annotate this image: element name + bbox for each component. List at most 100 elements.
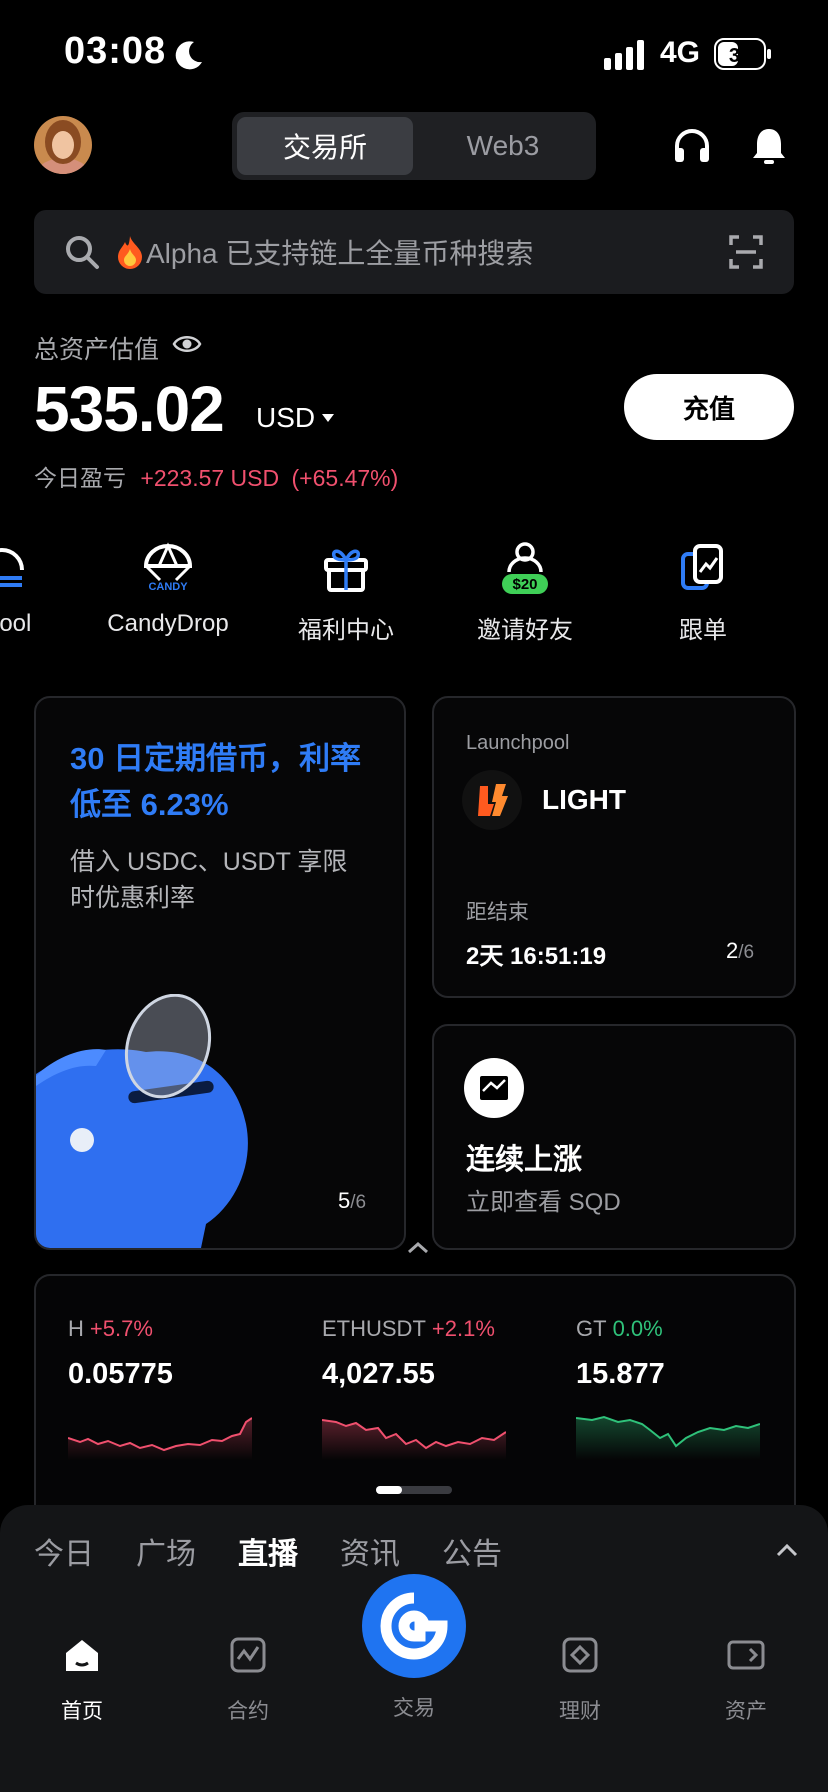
promo-page: 5 <box>338 1188 351 1213</box>
nav-label: 交易 <box>393 1697 435 1720</box>
wallet-icon <box>727 1640 765 1670</box>
launchpool-page: 2 <box>726 938 739 963</box>
exchange-web3-switch[interactable]: 交易所 Web3 <box>232 112 596 180</box>
promo-title: 30 日定期借币，利率低至 6.23% <box>70 741 362 822</box>
launchpool-label: Launchpool <box>466 732 570 754</box>
scan-icon[interactable] <box>728 234 764 270</box>
nav-home[interactable]: 首页 <box>22 1635 142 1725</box>
home-icon <box>66 1640 98 1671</box>
feed-tab-announcements[interactable]: 公告 <box>442 1529 502 1573</box>
sparkline-gt <box>576 1415 760 1460</box>
ticker-panel[interactable]: H +5.7% 0.05775 ETHUSDT +2.1% 4,027.55 GT 0… <box>34 1274 796 1506</box>
eye-icon[interactable] <box>172 332 202 356</box>
promo-pager: 5/6 <box>338 1188 366 1214</box>
ticker-price: 4,027.55 <box>322 1358 435 1390</box>
quick-action-label: 跟单 <box>679 617 727 644</box>
ticker-symbol: ETHUSDT <box>322 1316 426 1341</box>
ticker-price: 15.877 <box>576 1358 665 1390</box>
network-type: 4G <box>660 36 701 69</box>
nav-label: 首页 <box>61 1700 103 1723</box>
nav-earn[interactable]: 理财 <box>520 1635 640 1725</box>
parachute-icon: CANDY <box>143 542 193 593</box>
ticker-page-indicator <box>376 1486 402 1494</box>
signal-icon <box>604 40 644 70</box>
nav-futures[interactable]: 合约 <box>188 1635 308 1725</box>
ticker-change: 0.0% <box>612 1316 663 1341</box>
trade-button[interactable] <box>362 1574 466 1678</box>
status-time: 03:08 <box>64 30 167 72</box>
quick-welfare-center[interactable]: 福利中心 <box>266 540 426 645</box>
nav-assets[interactable]: 资产 <box>686 1635 806 1725</box>
nav-label: 资产 <box>725 1700 767 1723</box>
ticker-change: +2.1% <box>431 1316 495 1341</box>
quick-candydrop[interactable]: CANDY CandyDrop <box>88 540 248 638</box>
tab-exchange[interactable]: 交易所 <box>237 117 413 175</box>
feed-tab-square[interactable]: 广场 <box>136 1529 196 1573</box>
invite-icon-text: $20 <box>512 576 537 593</box>
quick-copy-trading[interactable]: 跟单 <box>623 540 783 645</box>
light-token-icon <box>462 770 522 830</box>
tab-web3[interactable]: Web3 <box>415 117 591 175</box>
avatar[interactable] <box>34 116 92 174</box>
avatar-image <box>34 116 92 174</box>
promo-page-total: /6 <box>350 1192 367 1213</box>
countdown: 2天 16:51:19 <box>466 943 607 970</box>
ticker-item[interactable]: H +5.7% 0.05775 <box>68 1316 268 1391</box>
launchpool-pager: 2/6 <box>726 938 754 964</box>
search-placeholder-text: Alpha 已支持链上全量币种搜索 <box>146 238 534 269</box>
battery-level: 36 <box>729 45 751 67</box>
nav-label: 合约 <box>227 1700 269 1723</box>
quick-action-label: CandyDrop <box>107 610 229 637</box>
battery-icon: 36 <box>714 38 771 70</box>
trade-logo-icon <box>380 1592 448 1660</box>
quick-invite-friends[interactable]: $20 邀请好友 <box>445 540 605 645</box>
today-pnl: 今日盈亏 +223.57 USD (+65.47%) <box>34 459 398 493</box>
chevron-up-icon[interactable] <box>404 1238 432 1258</box>
moon-icon <box>175 41 202 70</box>
candy-icon-text: CANDY <box>148 581 188 593</box>
rising-subtitle: 立即查看 SQD <box>466 1189 621 1216</box>
search-icon <box>66 236 99 269</box>
ticker-price: 0.05775 <box>68 1358 173 1390</box>
rising-card[interactable]: 连续上涨 立即查看 SQD <box>432 1024 796 1250</box>
trend-card-icon <box>464 1058 524 1118</box>
bell-icon[interactable] <box>749 126 789 166</box>
feed-tab-today[interactable]: 今日 <box>34 1529 94 1573</box>
gift-icon <box>324 549 368 592</box>
feed-tab-news[interactable]: 资讯 <box>340 1529 400 1573</box>
quick-launchpool[interactable]: npool <box>0 540 82 638</box>
ticker-symbol: GT <box>576 1316 607 1341</box>
pnl-label: 今日盈亏 <box>34 465 126 491</box>
pnl-percent: (+65.47%) <box>291 465 399 491</box>
launchpool-card[interactable]: Launchpool LIGHT 距结束 2天 16:51:19 2/6 <box>432 696 796 998</box>
total-assets-amount: 535.02 <box>34 373 225 445</box>
feed-tab-live[interactable]: 直播 <box>238 1529 298 1573</box>
search-bar[interactable]: Alpha 已支持链上全量币种搜索 <box>34 210 794 294</box>
launchpool-icon <box>0 548 24 587</box>
rising-title: 连续上涨 <box>466 1144 583 1176</box>
ends-in-label: 距结束 <box>466 901 529 924</box>
currency-selector[interactable]: USD <box>256 402 315 434</box>
search-placeholder: Alpha 已支持链上全量币种搜索 <box>116 232 533 276</box>
caret-down-icon[interactable] <box>322 414 334 422</box>
invite-icon: $20 <box>502 542 548 594</box>
total-assets-label: 总资产估值 <box>34 336 160 364</box>
sparkline-ethusdt <box>322 1419 506 1460</box>
headset-icon[interactable] <box>672 126 712 166</box>
deposit-button[interactable]: 充值 <box>624 374 794 440</box>
ticker-symbol: H <box>68 1316 84 1341</box>
ticker-change: +5.7% <box>89 1316 153 1341</box>
ticker-item[interactable]: GT 0.0% 15.877 <box>576 1316 776 1391</box>
nav-label: 理财 <box>559 1700 601 1723</box>
quick-action-label: npool <box>0 610 32 637</box>
launchpool-page-total: /6 <box>738 942 755 963</box>
futures-icon <box>230 1637 266 1673</box>
chevron-up-icon[interactable] <box>774 1541 800 1559</box>
quick-action-label: 福利中心 <box>298 617 394 644</box>
copy-trade-icon <box>681 544 723 590</box>
pnl-value: +223.57 USD <box>140 465 280 491</box>
promo-card-loan[interactable]: 30 日定期借币，利率低至 6.23% 借入 USDC、USDT 享限时优惠利率… <box>34 696 406 1250</box>
sparkline-h <box>68 1417 252 1460</box>
promo-subtitle: 借入 USDC、USDT 享限时优惠利率 <box>70 848 348 912</box>
ticker-item[interactable]: ETHUSDT +2.1% 4,027.55 <box>322 1316 522 1391</box>
